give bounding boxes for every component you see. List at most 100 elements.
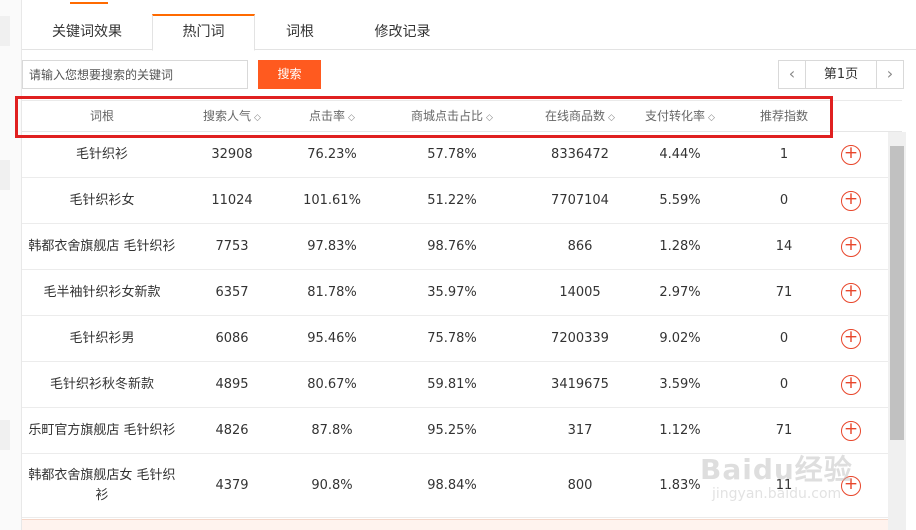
sort-icon[interactable]: ◇ (254, 113, 261, 123)
next-page-button[interactable]: › (876, 60, 904, 89)
sidebar-nub (0, 16, 10, 46)
cell-mall-click-share: 35.97% (427, 285, 477, 300)
column-header-word-root: 词根 (90, 101, 114, 131)
cell-search-popularity: 4895 (215, 377, 249, 392)
next-row-partial (22, 519, 888, 530)
add-keyword-icon[interactable]: + (841, 191, 861, 211)
tab-keyword-effect[interactable]: 关键词效果 (22, 14, 152, 50)
table-row: 韩都衣舍旗舰店 毛针织衫 7753 97.83% 98.76% 866 1.28% 14 + (22, 224, 888, 270)
cell-pay-conversion: 1.83% (659, 478, 701, 493)
cell-recommend-index: 0 (779, 193, 789, 208)
cell-word-root: 乐町官方旗舰店 毛针织衫 (28, 422, 176, 438)
cell-click-rate: 95.46% (307, 331, 357, 346)
page-indicator: 第1页 (806, 60, 876, 89)
column-header-search-popularity[interactable]: 搜索人气 ◇ (203, 101, 261, 131)
column-header-label: 推荐指数 (759, 109, 809, 123)
add-keyword-icon[interactable]: + (841, 476, 861, 496)
cell-mall-click-share: 59.81% (427, 377, 477, 392)
cell-click-rate: 87.8% (311, 423, 353, 438)
cell-online-items: 800 (567, 478, 593, 493)
cell-word-root: 毛针织衫秋冬新款 (49, 376, 154, 392)
cell-online-items: 317 (567, 423, 593, 438)
tab-bar: 关键词效果 热门词 词根 修改记录 (22, 14, 916, 51)
column-header-click-rate[interactable]: 点击率 ◇ (309, 101, 355, 131)
column-header-pay-conversion[interactable]: 支付转化率 ◇ (645, 101, 715, 131)
cell-recommend-index: 0 (779, 331, 789, 346)
cell-pay-conversion: 1.12% (659, 423, 701, 438)
column-header-label: 支付转化率 (645, 109, 706, 123)
cell-mall-click-share: 95.25% (427, 423, 477, 438)
cell-recommend-index: 71 (775, 285, 793, 300)
sidebar-nub (0, 420, 10, 450)
search-input[interactable] (22, 60, 248, 89)
column-header-recommend-index: 推荐指数 (760, 101, 808, 131)
cell-click-rate: 81.78% (307, 285, 357, 300)
cell-mall-click-share: 75.78% (427, 331, 477, 346)
cell-word-root: 韩都衣舍旗舰店 毛针织衫 (28, 238, 176, 254)
cell-click-rate: 97.83% (307, 239, 357, 254)
cell-online-items: 3419675 (551, 377, 609, 392)
cell-word-root: 韩都衣舍旗舰店女 毛针织衫 (28, 467, 176, 503)
table-header: 词根 搜索人气 ◇ 点击率 ◇ 商城点击占比 ◇ 在线商品数 ◇ 支付转化率 ◇ 推荐指数 (22, 100, 902, 132)
add-keyword-icon[interactable]: + (841, 329, 861, 349)
sort-icon[interactable]: ◇ (608, 113, 615, 123)
cell-pay-conversion: 9.02% (659, 331, 701, 346)
cell-pay-conversion: 4.44% (659, 147, 701, 162)
cell-search-popularity: 4826 (215, 423, 249, 438)
table-row: 毛针织衫男 6086 95.46% 75.78% 7200339 9.02% 0 + (22, 316, 888, 362)
table-row: 毛半袖针织衫女新款 6357 81.78% 35.97% 14005 2.97% 71 + (22, 270, 888, 316)
cell-pay-conversion: 1.28% (659, 239, 701, 254)
left-sidebar-strip (0, 0, 22, 530)
add-keyword-icon[interactable]: + (841, 421, 861, 441)
sort-icon[interactable]: ◇ (708, 113, 715, 123)
cell-recommend-index: 11 (775, 478, 793, 493)
cell-online-items: 8336472 (551, 147, 609, 162)
table-row: 毛针织衫秋冬新款 4895 80.67% 59.81% 3419675 3.59% 0 + (22, 362, 888, 408)
top-accent-mark (70, 0, 108, 4)
pagination: ‹ 第1页 › (778, 60, 904, 89)
scrollbar-thumb[interactable] (890, 146, 904, 440)
add-keyword-icon[interactable]: + (841, 375, 861, 395)
cell-search-popularity: 6357 (215, 285, 249, 300)
cell-mall-click-share: 98.76% (427, 239, 477, 254)
tab-hot-words[interactable]: 热门词 (152, 14, 255, 51)
cell-pay-conversion: 2.97% (659, 285, 701, 300)
cell-online-items: 866 (567, 239, 593, 254)
cell-recommend-index: 14 (775, 239, 793, 254)
column-header-label: 在线商品数 (545, 109, 606, 123)
cell-click-rate: 90.8% (311, 478, 353, 493)
add-keyword-icon[interactable]: + (841, 283, 861, 303)
cell-pay-conversion: 5.59% (659, 193, 701, 208)
column-header-label: 商城点击占比 (411, 109, 484, 123)
column-header-label: 搜索人气 (203, 109, 252, 123)
column-header-online-items[interactable]: 在线商品数 ◇ (545, 101, 615, 131)
cell-click-rate: 80.67% (307, 377, 357, 392)
cell-search-popularity: 11024 (211, 193, 253, 208)
sort-icon[interactable]: ◇ (486, 113, 493, 123)
cell-pay-conversion: 3.59% (659, 377, 701, 392)
search-button[interactable]: 搜索 (258, 60, 321, 89)
cell-recommend-index: 1 (779, 147, 789, 162)
cell-online-items: 7707104 (551, 193, 609, 208)
cell-word-root: 毛针织衫男 (69, 330, 135, 346)
column-header-label: 词根 (89, 109, 115, 123)
cell-online-items: 14005 (559, 285, 601, 300)
prev-page-button[interactable]: ‹ (778, 60, 806, 89)
cell-click-rate: 101.61% (303, 193, 361, 208)
cell-search-popularity: 7753 (215, 239, 249, 254)
column-header-label: 点击率 (309, 109, 346, 123)
cell-word-root: 毛半袖针织衫女新款 (43, 284, 161, 300)
sort-icon[interactable]: ◇ (348, 113, 355, 123)
column-header-mall-click-share[interactable]: 商城点击占比 ◇ (411, 101, 493, 131)
sidebar-nub (0, 160, 10, 190)
add-keyword-icon[interactable]: + (841, 237, 861, 257)
table-row: 乐町官方旗舰店 毛针织衫 4826 87.8% 95.25% 317 1.12% 71 + (22, 408, 888, 454)
cell-search-popularity: 32908 (211, 147, 253, 162)
cell-online-items: 7200339 (551, 331, 609, 346)
tab-change-log[interactable]: 修改记录 (345, 14, 460, 50)
table-row: 毛针织衫 32908 76.23% 57.78% 8336472 4.44% 1 + (22, 132, 888, 178)
cell-mall-click-share: 98.84% (427, 478, 477, 493)
add-keyword-icon[interactable]: + (841, 145, 861, 165)
cell-mall-click-share: 57.78% (427, 147, 477, 162)
tab-word-root[interactable]: 词根 (255, 14, 345, 50)
